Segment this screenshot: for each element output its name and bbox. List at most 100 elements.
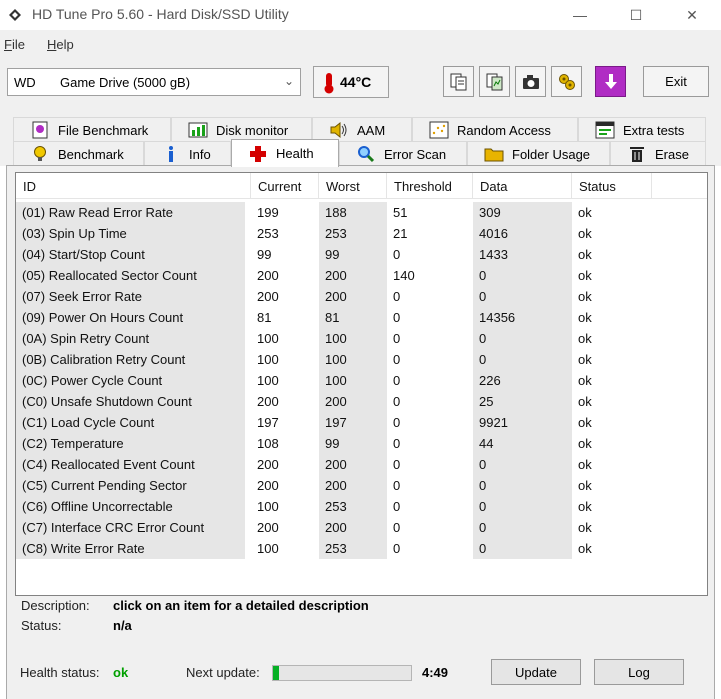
table-row[interactable]: (05) Reallocated Sector Count 200 200 140 0 o…	[16, 265, 707, 286]
tab-bar: File Benchmark Disk monitor AAM Random A…	[0, 114, 721, 167]
table-row[interactable]: (03) Spin Up Time 253 253 21 4016 ok	[16, 223, 707, 244]
cell-status-value: ok	[578, 247, 592, 262]
cell-status-value: ok	[578, 499, 592, 514]
cell-data-value: 0	[473, 454, 572, 475]
cell-data-value: 44	[473, 433, 572, 454]
cell-worst-value: 100	[319, 328, 387, 349]
tab-folder-usage[interactable]: Folder Usage	[467, 141, 610, 166]
close-button[interactable]: ✕	[664, 0, 720, 30]
cell-threshold-value: 51	[393, 205, 408, 220]
footer: Health status: ok Next update: 4:49 Upda…	[7, 659, 714, 690]
tab-label: Health	[276, 146, 314, 161]
table-row[interactable]: (09) Power On Hours Count 81 81 0 14356 ok	[16, 307, 707, 328]
cell-status-value: ok	[578, 436, 592, 451]
table-row[interactable]: (07) Seek Error Rate 200 200 0 0 ok	[16, 286, 707, 307]
cell-attribute-id: (C5) Current Pending Sector	[16, 475, 245, 496]
minimize-button[interactable]: —	[552, 0, 608, 30]
tab-label: Error Scan	[384, 146, 447, 162]
cell-current-value: 100	[257, 373, 279, 388]
cell-attribute-id: (07) Seek Error Rate	[16, 286, 245, 307]
table-row[interactable]: (C1) Load Cycle Count 197 197 0 9921 ok	[16, 412, 707, 433]
maximize-button[interactable]: ☐	[608, 0, 664, 30]
cell-worst-value: 81	[319, 307, 387, 328]
table-row[interactable]: (C4) Reallocated Event Count 200 200 0 0 ok	[16, 454, 707, 475]
cell-current-value: 81	[257, 310, 272, 325]
trash-icon	[630, 147, 644, 162]
tab-random-access[interactable]: Random Access	[412, 117, 578, 142]
cell-worst-value: 200	[319, 265, 387, 286]
menu-file[interactable]: File	[4, 37, 25, 52]
cell-current-value: 200	[257, 394, 279, 409]
log-button[interactable]: Log	[594, 659, 684, 685]
cell-status-value: ok	[578, 478, 592, 493]
column-header-current[interactable]: Current	[251, 173, 319, 199]
copy-text-icon	[450, 73, 466, 90]
options-button[interactable]	[551, 66, 582, 97]
title-bar: HD Tune Pro 5.60 - Hard Disk/SSD Utility…	[0, 0, 721, 30]
cell-threshold-value: 0	[393, 478, 401, 493]
column-header-threshold[interactable]: Threshold	[387, 173, 473, 199]
cell-threshold-value: 21	[393, 226, 408, 241]
menu-help-mnemonic: H	[47, 37, 57, 52]
cell-data-value: 0	[473, 349, 572, 370]
list-header: ID Current Worst Threshold Data Status	[16, 173, 707, 199]
screenshot-button[interactable]	[515, 66, 546, 97]
table-row[interactable]: (C5) Current Pending Sector 200 200 0 0 ok	[16, 475, 707, 496]
table-row[interactable]: (C0) Unsafe Shutdown Count 200 200 0 25 ok	[16, 391, 707, 412]
table-row[interactable]: (0C) Power Cycle Count 100 100 0 226 ok	[16, 370, 707, 391]
table-row[interactable]: (04) Start/Stop Count 99 99 0 1433 ok	[16, 244, 707, 265]
cell-status-value: ok	[578, 205, 592, 220]
cell-attribute-id: (09) Power On Hours Count	[16, 307, 245, 328]
smart-attributes-list[interactable]: ID Current Worst Threshold Data Status (…	[15, 172, 708, 596]
cell-attribute-id: (C2) Temperature	[16, 433, 245, 454]
copy-all-button[interactable]	[479, 66, 510, 97]
cell-status-value: ok	[578, 352, 592, 367]
table-row[interactable]: (C6) Offline Uncorrectable 100 253 0 0 ok	[16, 496, 707, 517]
tab-file-benchmark[interactable]: File Benchmark	[13, 117, 171, 142]
cell-worst-value: 100	[319, 349, 387, 370]
table-row[interactable]: (0B) Calibration Retry Count 100 100 0 0 ok	[16, 349, 707, 370]
info-icon	[169, 146, 173, 162]
exit-button[interactable]: Exit	[643, 66, 709, 97]
menu-file-label: ile	[11, 37, 25, 52]
cell-current-value: 200	[257, 289, 279, 304]
table-row[interactable]: (0A) Spin Retry Count 100 100 0 0 ok	[16, 328, 707, 349]
drive-name: Game Drive (5000 gB)	[60, 74, 191, 90]
cell-threshold-value: 0	[393, 289, 401, 304]
cell-worst-value: 99	[319, 244, 387, 265]
cell-worst-value: 197	[319, 412, 387, 433]
column-header-data[interactable]: Data	[473, 173, 572, 199]
table-row[interactable]: (C2) Temperature 108 99 0 44 ok	[16, 433, 707, 454]
column-header-id[interactable]: ID	[16, 173, 251, 199]
cell-attribute-id: (0C) Power Cycle Count	[16, 370, 245, 391]
cell-worst-value: 200	[319, 454, 387, 475]
random-access-icon	[429, 121, 449, 139]
drive-select[interactable]: WD Game Drive (5000 gB) ⌄	[7, 68, 301, 96]
tab-label: Random Access	[457, 122, 551, 138]
menu-help[interactable]: Help	[47, 37, 74, 52]
cell-attribute-id: (0A) Spin Retry Count	[16, 328, 245, 349]
save-button[interactable]	[595, 66, 626, 97]
cell-data-value: 9921	[473, 412, 572, 433]
copy-text-button[interactable]	[443, 66, 474, 97]
cell-threshold-value: 0	[393, 415, 401, 430]
table-row[interactable]: (01) Raw Read Error Rate 199 188 51 309 ok	[16, 202, 707, 223]
cell-status-value: ok	[578, 289, 592, 304]
cell-threshold-value: 0	[393, 499, 401, 514]
cell-data-value: 309	[473, 202, 572, 223]
table-row[interactable]: (C8) Write Error Rate 100 253 0 0 ok	[16, 538, 707, 559]
update-button[interactable]: Update	[491, 659, 581, 685]
column-header-worst[interactable]: Worst	[319, 173, 387, 199]
tab-benchmark[interactable]: Benchmark	[13, 141, 144, 166]
tab-erase[interactable]: Erase	[610, 141, 706, 166]
tab-info[interactable]: Info	[144, 141, 231, 166]
cell-attribute-id: (C0) Unsafe Shutdown Count	[16, 391, 245, 412]
tab-error-scan[interactable]: Error Scan	[339, 141, 467, 166]
cell-current-value: 100	[257, 541, 279, 556]
tab-health[interactable]: Health	[231, 139, 339, 167]
tab-extra-tests[interactable]: Extra tests	[578, 117, 706, 142]
cell-data-value: 0	[473, 265, 572, 286]
cell-worst-value: 200	[319, 517, 387, 538]
column-header-status[interactable]: Status	[572, 173, 652, 199]
table-row[interactable]: (C7) Interface CRC Error Count 200 200 0 0 ok	[16, 517, 707, 538]
